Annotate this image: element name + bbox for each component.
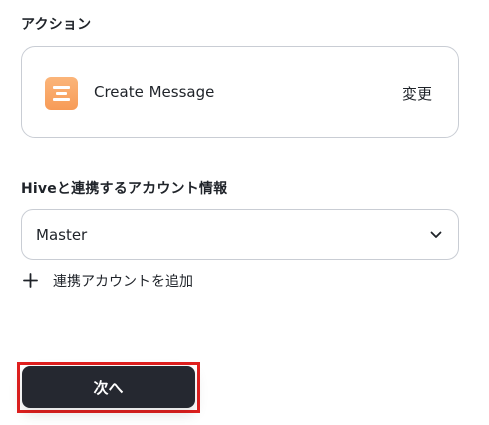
action-name: Create Message	[94, 83, 215, 101]
account-section-label: Hiveと連携するアカウント情報	[21, 181, 228, 197]
change-action-link[interactable]: 変更	[402, 83, 432, 104]
action-card: Create Message 変更	[21, 46, 459, 138]
chevron-down-icon	[430, 231, 442, 238]
action-section-label: アクション	[21, 17, 92, 33]
account-select[interactable]: Master	[21, 209, 459, 260]
next-button[interactable]: 次へ	[22, 366, 195, 408]
account-select-value: Master	[36, 226, 88, 244]
plus-icon	[23, 273, 38, 288]
add-account-label: 連携アカウントを追加	[53, 274, 193, 290]
hive-message-icon	[45, 77, 78, 110]
